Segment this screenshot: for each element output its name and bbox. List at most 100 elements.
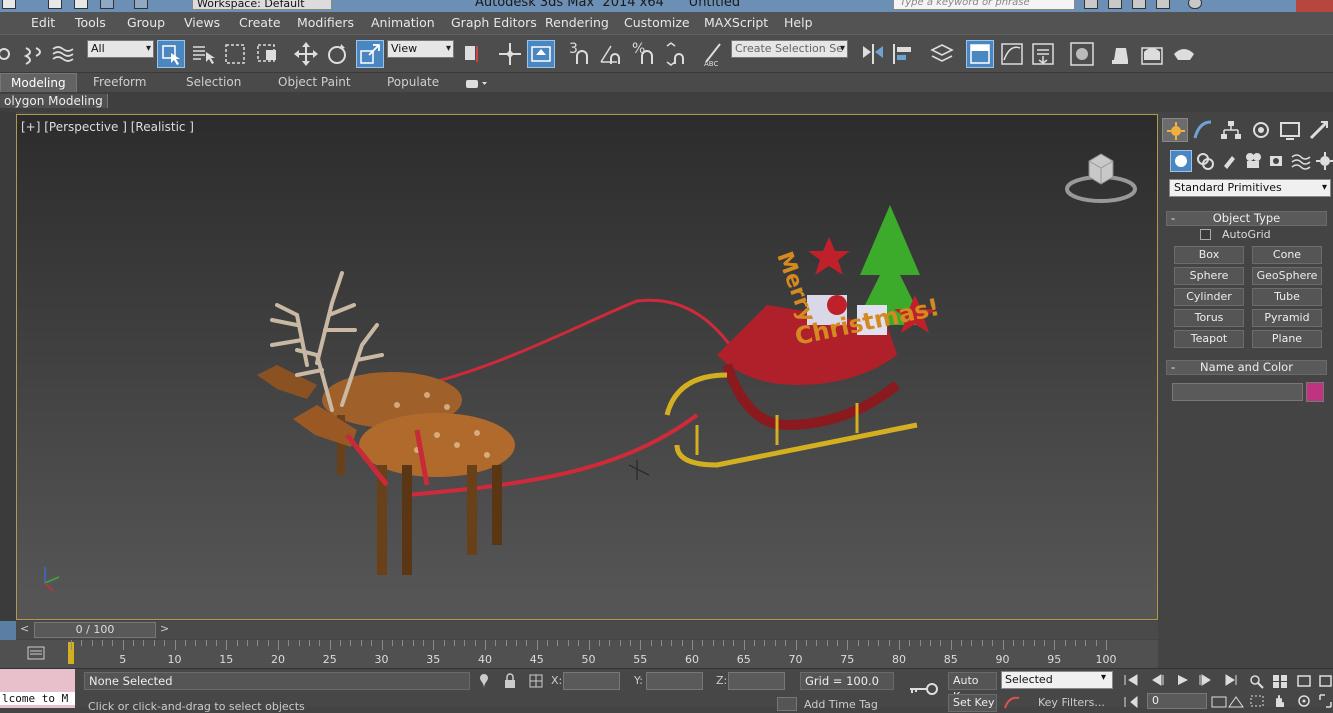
menu-views[interactable]: Views (184, 15, 220, 30)
graphite-modeling-tools-icon[interactable] (966, 40, 994, 68)
geosphere-button[interactable]: GeoSphere (1252, 267, 1322, 285)
select-object-icon[interactable] (157, 40, 185, 68)
search-input[interactable]: Type a keyword or phrase (893, 0, 1075, 10)
reference-coordinate-dropdown[interactable]: View (387, 40, 454, 58)
keyboard-shortcut-override-icon[interactable] (527, 40, 555, 68)
motion-tab-icon[interactable] (1248, 118, 1274, 142)
material-editor-icon[interactable] (1068, 40, 1096, 68)
rectangular-selection-icon[interactable] (222, 40, 250, 68)
object-type-rollout[interactable]: - Object Type (1166, 211, 1327, 226)
object-name-input[interactable] (1172, 383, 1303, 401)
curve-editor-icon[interactable] (998, 40, 1026, 68)
use-pivot-center-icon[interactable] (459, 40, 487, 68)
menu-edit[interactable]: Edit (31, 15, 55, 30)
open-icon[interactable] (48, 0, 62, 9)
percent-snap-icon[interactable]: % (630, 40, 658, 68)
cone-button[interactable]: Cone (1252, 246, 1322, 264)
help-icon[interactable] (1188, 0, 1202, 9)
perspective-viewport[interactable]: [+] [Perspective ] [Realistic ] Merry Ch… (16, 114, 1158, 620)
hierarchy-tab-icon[interactable] (1218, 118, 1244, 142)
geometry-icon[interactable] (1170, 150, 1192, 172)
object-category-dropdown[interactable]: Standard Primitives (1169, 179, 1331, 197)
tab-object-paint[interactable]: Object Paint (268, 73, 361, 93)
workspace-dropdown[interactable]: Workspace: Default (192, 0, 332, 10)
auto-key-button[interactable]: Auto Key (948, 672, 997, 703)
snaps-toggle-icon[interactable]: 3 (565, 40, 593, 68)
undo-icon[interactable] (100, 0, 114, 9)
shapes-icon[interactable] (1194, 150, 1216, 172)
modify-tab-icon[interactable] (1190, 118, 1216, 142)
utilities-tab-icon[interactable] (1306, 118, 1332, 142)
named-selection-dropdown[interactable]: Create Selection Se (731, 40, 848, 58)
menu-create[interactable]: Create (239, 15, 281, 30)
prev-frame-arrow-icon[interactable]: < (20, 622, 29, 635)
rendered-frame-window-icon[interactable] (1138, 40, 1166, 68)
window-crossing-icon[interactable] (254, 40, 282, 68)
binoculars-icon[interactable] (1084, 0, 1098, 9)
close-button[interactable] (1296, 0, 1333, 12)
set-key-button[interactable]: Set Key (948, 694, 997, 712)
edit-named-selection-icon[interactable]: ABC (700, 40, 728, 68)
object-color-swatch[interactable] (1306, 382, 1324, 402)
communication-icon[interactable] (1132, 0, 1146, 9)
helpers-icon[interactable] (1266, 150, 1288, 172)
select-and-move-icon[interactable] (292, 40, 320, 68)
time-tag-icon[interactable] (777, 697, 797, 711)
box-button[interactable]: Box (1174, 246, 1244, 264)
lights-icon[interactable] (1218, 150, 1240, 172)
torus-button[interactable]: Torus (1174, 309, 1244, 327)
tab-freeform[interactable]: Freeform (83, 73, 156, 93)
render-production-icon[interactable] (1170, 40, 1198, 68)
align-icon[interactable] (890, 40, 918, 68)
display-tab-icon[interactable] (1277, 118, 1303, 142)
menu-maxscript[interactable]: MAXScript (704, 15, 768, 30)
selection-lock-icon[interactable] (502, 673, 518, 689)
tab-selection[interactable]: Selection (176, 73, 251, 93)
key-filters-button[interactable]: Key Filters... (1038, 696, 1105, 709)
tab-modeling[interactable]: Modeling (0, 73, 77, 93)
menu-rendering[interactable]: Rendering (545, 15, 609, 30)
spinner-snap-icon[interactable] (661, 40, 689, 68)
x-coordinate-input[interactable] (563, 672, 620, 690)
time-slider[interactable]: < 0 / 100 > (16, 621, 1158, 639)
track-bar[interactable]: 5 10 15 20 25 30 35 40 45 50 55 60 65 70 75 80 85 90 95 100 (0, 640, 1158, 668)
menu-tools[interactable]: Tools (75, 15, 106, 30)
zoom-icon[interactable] (1248, 673, 1266, 689)
angle-snap-icon[interactable] (597, 40, 625, 68)
play-icon[interactable] (1174, 673, 1192, 687)
cylinder-button[interactable]: Cylinder (1174, 288, 1244, 306)
layer-manager-icon[interactable] (928, 40, 956, 68)
key-mode-dropdown[interactable]: Selected (1001, 671, 1113, 689)
redo-icon[interactable] (134, 0, 148, 9)
key-icon[interactable] (908, 681, 938, 697)
menu-animation[interactable]: Animation (371, 15, 435, 30)
z-coordinate-input[interactable] (728, 672, 785, 690)
ribbon-options-icon[interactable] (466, 78, 488, 88)
mirror-icon[interactable] (859, 40, 887, 68)
zoom-all-icon[interactable] (1271, 673, 1289, 689)
render-setup-icon[interactable] (1106, 40, 1134, 68)
maxscript-listener[interactable]: lcome to M (0, 669, 75, 708)
tube-button[interactable]: Tube (1252, 288, 1322, 306)
pyramid-button[interactable]: Pyramid (1252, 309, 1322, 327)
bind-space-warp-icon[interactable] (50, 40, 78, 68)
time-slider-thumb[interactable]: 0 / 100 (34, 622, 156, 638)
add-time-tag-button[interactable]: Add Time Tag (804, 698, 878, 711)
menu-help[interactable]: Help (784, 15, 813, 30)
favorites-star-icon[interactable] (1156, 0, 1170, 9)
go-to-start-icon[interactable] (1123, 673, 1141, 687)
go-to-end-icon[interactable] (1222, 673, 1240, 687)
menu-modifiers[interactable]: Modifiers (297, 15, 354, 30)
isolate-selection-icon[interactable] (476, 673, 492, 689)
space-warps-icon[interactable] (1290, 150, 1312, 172)
absolute-mode-icon[interactable] (528, 673, 544, 689)
save-icon[interactable] (74, 0, 88, 9)
select-and-rotate-icon[interactable] (323, 40, 351, 68)
app-icon[interactable] (2, 0, 16, 9)
name-and-color-rollout[interactable]: - Name and Color (1166, 360, 1327, 375)
menu-graph-editors[interactable]: Graph Editors (451, 15, 537, 30)
create-tab-icon[interactable] (1162, 118, 1188, 142)
systems-icon[interactable] (1314, 150, 1333, 172)
menu-customize[interactable]: Customize (624, 15, 690, 30)
next-frame-icon[interactable] (1196, 673, 1214, 687)
